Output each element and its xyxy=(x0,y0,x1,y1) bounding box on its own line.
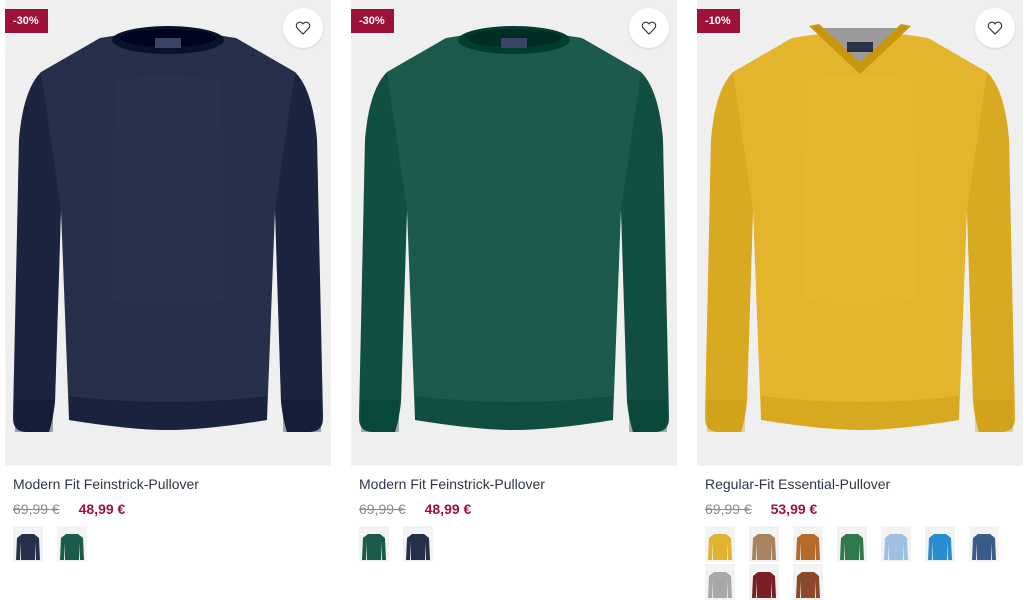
color-swatch-green[interactable] xyxy=(57,526,87,562)
product-card[interactable]: -10% Regular-Fit Essential-Pullover 69,9… xyxy=(697,0,1023,600)
heart-outline-icon xyxy=(641,21,657,35)
color-swatch-taupe[interactable] xyxy=(749,526,779,562)
sweater-thumbnail-icon xyxy=(406,534,430,560)
sale-price: 53,99 € xyxy=(770,501,818,517)
color-swatch-bordeaux[interactable] xyxy=(749,564,779,600)
heart-outline-icon xyxy=(295,21,311,35)
color-swatch-blue[interactable] xyxy=(925,526,955,562)
color-swatch-light-blue[interactable] xyxy=(881,526,911,562)
sweater-thumbnail-icon xyxy=(796,572,820,598)
product-grid: -30% Modern Fit Feinstrick-Pullover 69,9… xyxy=(0,0,1024,600)
sweater-image xyxy=(705,24,1015,432)
color-swatch-grey[interactable] xyxy=(705,564,735,600)
favorite-button[interactable] xyxy=(629,8,669,48)
old-price: 69,99 € xyxy=(359,501,406,517)
color-swatch-green[interactable] xyxy=(359,526,389,562)
product-card[interactable]: -30% Modern Fit Feinstrick-Pullover 69,9… xyxy=(5,0,331,599)
color-swatch-yellow[interactable] xyxy=(705,526,735,562)
color-swatch-green[interactable] xyxy=(837,526,867,562)
product-image[interactable]: -10% xyxy=(697,0,1023,466)
sweater-thumbnail-icon xyxy=(752,572,776,598)
sale-price: 48,99 € xyxy=(424,501,472,517)
color-swatch-navy[interactable] xyxy=(403,526,433,562)
sweater-image xyxy=(359,26,669,432)
sweater-thumbnail-icon xyxy=(928,534,952,560)
color-swatch-brown[interactable] xyxy=(793,564,823,600)
product-card[interactable]: -30% Modern Fit Feinstrick-Pullover 69,9… xyxy=(351,0,677,599)
color-swatch-denim[interactable] xyxy=(969,526,999,562)
sale-price: 48,99 € xyxy=(78,501,126,517)
favorite-button[interactable] xyxy=(283,8,323,48)
discount-badge: -10% xyxy=(697,9,740,33)
product-title[interactable]: Modern Fit Feinstrick-Pullover xyxy=(359,476,545,492)
product-image[interactable]: -30% xyxy=(351,0,677,466)
sweater-image xyxy=(13,26,323,432)
price-row: 69,99 € 48,99 € xyxy=(359,501,471,517)
product-title[interactable]: Regular-Fit Essential-Pullover xyxy=(705,476,890,492)
sweater-thumbnail-icon xyxy=(752,534,776,560)
old-price: 69,99 € xyxy=(705,501,752,517)
sweater-thumbnail-icon xyxy=(362,534,386,560)
sweater-thumbnail-icon xyxy=(708,534,732,560)
color-swatch-cognac[interactable] xyxy=(793,526,823,562)
product-title[interactable]: Modern Fit Feinstrick-Pullover xyxy=(13,476,199,492)
sweater-thumbnail-icon xyxy=(972,534,996,560)
price-row: 69,99 € 48,99 € xyxy=(13,501,125,517)
sweater-thumbnail-icon xyxy=(840,534,864,560)
price-row: 69,99 € 53,99 € xyxy=(705,501,817,517)
sweater-thumbnail-icon xyxy=(708,572,732,598)
sweater-thumbnail-icon xyxy=(60,534,84,560)
discount-badge: -30% xyxy=(5,9,48,33)
heart-outline-icon xyxy=(987,21,1003,35)
sweater-thumbnail-icon xyxy=(796,534,820,560)
product-image[interactable]: -30% xyxy=(5,0,331,466)
old-price: 69,99 € xyxy=(13,501,60,517)
favorite-button[interactable] xyxy=(975,8,1015,48)
sweater-thumbnail-icon xyxy=(16,534,40,560)
color-swatch-navy[interactable] xyxy=(13,526,43,562)
sweater-thumbnail-icon xyxy=(884,534,908,560)
discount-badge: -30% xyxy=(351,9,394,33)
